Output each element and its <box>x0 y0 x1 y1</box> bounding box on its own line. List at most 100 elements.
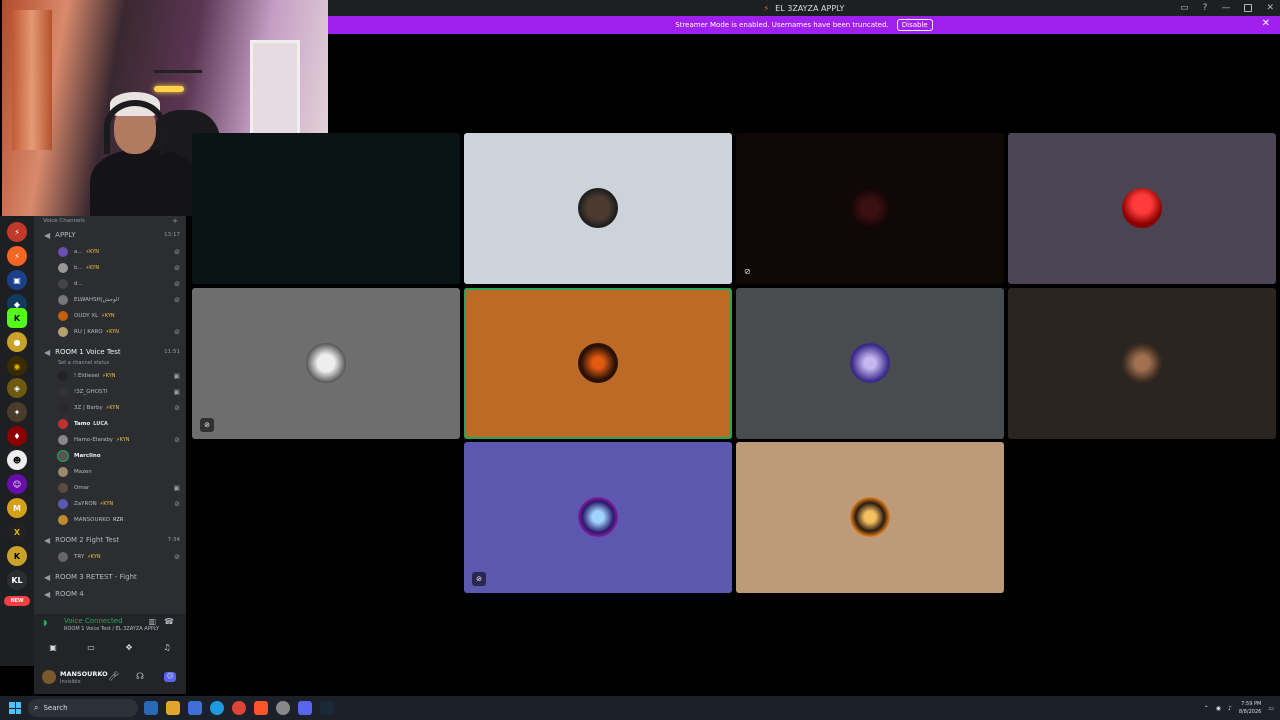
settings-gear-icon[interactable]: ⚙ <box>164 672 177 682</box>
title-bar: ⚡ EL 3ZAYZA APPLY ▭ ? — ✕ <box>328 0 1280 16</box>
server-icon-7[interactable]: ◉ <box>7 356 27 376</box>
muted-icon: ⊘ <box>174 280 180 288</box>
voice-user[interactable]: TRY ⚡KYN ⊘ <box>58 550 180 564</box>
channel-room3[interactable]: ◀ ROOM 3 RETEST - Fight <box>44 570 180 584</box>
volume-icon[interactable]: ♪ <box>1228 705 1232 712</box>
microphone-icon[interactable]: 🎤︎ <box>108 672 119 682</box>
muted-icon: ⊘ <box>200 418 214 432</box>
dismiss-banner-icon[interactable]: ✕ <box>1262 18 1270 29</box>
network-icon[interactable]: ◉ <box>1216 705 1221 712</box>
channel-room2[interactable]: ◀ ROOM 2 Fight Test 7:34 <box>44 533 180 547</box>
voice-user[interactable]: Omar ▣ <box>58 481 180 495</box>
username: ! Eldiesel <box>74 373 100 379</box>
voice-user[interactable]: MANSOURKO RZR <box>58 513 180 527</box>
voice-user[interactable]: b... ⚡KYN ⊘ <box>58 261 180 275</box>
voice-user[interactable]: Tamo LUCA <box>58 417 180 431</box>
taskbar-app-icon[interactable] <box>276 701 290 715</box>
participant-tile[interactable]: ⊘ <box>464 442 732 593</box>
windows-start-icon[interactable] <box>9 702 21 714</box>
server-icon-14[interactable]: X <box>7 522 27 542</box>
close-window-button[interactable]: ✕ <box>1266 3 1274 13</box>
add-channel-icon[interactable]: + <box>172 217 178 225</box>
help-icon[interactable]: ? <box>1203 3 1208 13</box>
voice-user[interactable]: Marclino <box>58 449 180 463</box>
avatar <box>58 311 68 321</box>
channel-apply[interactable]: ◀ APPLY 13:17 <box>44 228 180 242</box>
file-explorer-icon[interactable] <box>166 701 180 715</box>
noise-suppression-icon[interactable]: ▥ <box>148 617 156 626</box>
minimize-button[interactable]: — <box>1221 3 1230 13</box>
server-icon-6[interactable]: ● <box>7 332 27 352</box>
steam-icon[interactable] <box>320 701 334 715</box>
participant-tile[interactable] <box>1008 288 1276 439</box>
server-icon-8[interactable]: ◈ <box>7 378 27 398</box>
server-icon-11[interactable]: ☻ <box>7 450 27 470</box>
streamer-mode-banner: Streamer Mode is enabled. Usernames have… <box>328 16 1280 34</box>
maximize-button[interactable] <box>1244 4 1253 12</box>
chrome-icon[interactable] <box>232 701 246 715</box>
voice-user[interactable]: OUDY XL ⚡KYN <box>58 309 180 323</box>
user-name[interactable]: MANSOURKO <box>60 670 108 678</box>
disable-streamer-mode-button[interactable]: Disable <box>896 19 933 31</box>
server-icon-2[interactable]: ⚡ <box>7 246 27 266</box>
headphones-icon[interactable]: ☊ <box>136 672 144 682</box>
taskbar-search[interactable]: ⌕ Search <box>28 699 138 717</box>
participant-tile[interactable] <box>736 442 1004 593</box>
voice-channel-path[interactable]: ROOM 1 Voice Test / EL 3ZAYZA APPLY <box>64 626 159 632</box>
clock[interactable]: 7:59 PM 8/8/2026 <box>1239 700 1261 716</box>
user-avatar[interactable] <box>42 670 56 684</box>
notification-icon[interactable]: ▭ <box>1268 705 1274 712</box>
voice-user[interactable]: Hamo-Elaraby ⚡KYN ⊘ <box>58 433 180 447</box>
participant-tile[interactable] <box>464 133 732 284</box>
participant-tile-speaking[interactable] <box>464 288 732 439</box>
participant-tile[interactable] <box>1008 133 1276 284</box>
voice-user[interactable]: Mazen <box>58 465 180 479</box>
server-icon-kl[interactable]: KL <box>7 570 27 590</box>
camera-off-button[interactable]: ▣ <box>41 640 65 654</box>
taskbar-app-icon[interactable] <box>144 701 158 715</box>
participant-tile[interactable] <box>736 288 1004 439</box>
channel-room4[interactable]: ◀ ROOM 4 <box>44 587 180 601</box>
voice-user[interactable]: a... ⚡KYN ⊘ <box>58 245 180 259</box>
edge-icon[interactable] <box>210 701 224 715</box>
inbox-icon[interactable]: ▭ <box>1180 3 1189 13</box>
signal-icon[interactable]: ◗ <box>43 618 47 627</box>
muted-icon: ⊘ <box>174 404 180 412</box>
server-icon-k[interactable]: K <box>7 308 27 328</box>
voice-status[interactable]: Voice Connected <box>64 617 123 625</box>
server-icon-10[interactable]: ♦ <box>7 426 27 446</box>
voice-channels-header[interactable]: Voice Channels <box>43 218 85 224</box>
activities-button[interactable]: ✥ <box>117 640 141 654</box>
server-icon-13[interactable]: M <box>7 498 27 518</box>
channel-name: ROOM 3 RETEST - Fight <box>55 573 137 581</box>
chevron-up-icon[interactable]: ⌃ <box>1204 705 1209 712</box>
soundboard-button[interactable]: ♫ <box>155 640 179 654</box>
server-icon-15[interactable]: K <box>7 546 27 566</box>
server-icon-3[interactable]: ▣ <box>7 270 27 290</box>
discord-icon[interactable] <box>298 701 312 715</box>
disconnect-icon[interactable]: ☎ <box>164 617 174 626</box>
server-list: ⚡ ⚡ ▣ ◆ K ● ◉ ◈ ✦ ♦ ☻ ☺ M X K KL NEW <box>0 216 34 666</box>
server-icon-9[interactable]: ✦ <box>7 402 27 422</box>
voice-user[interactable]: ZaYRON ⚡KYN ⊘ <box>58 497 180 511</box>
window-controls: ▭ ? — ✕ <box>1180 0 1274 16</box>
voice-user[interactable]: ! Eldiesel ⚡KYN ▣ <box>58 369 180 383</box>
voice-user[interactable]: !3Z_GHOSTI ▣ <box>58 385 180 399</box>
voice-user[interactable]: RU | KARO ⚡KYN ⊘ <box>58 325 180 339</box>
channel-room1[interactable]: ◀ ROOM 1 Voice Test 11:51 <box>44 345 180 359</box>
participant-tile[interactable]: ⊘ <box>736 133 1004 284</box>
server-icon-1[interactable]: ⚡ <box>7 222 27 242</box>
channel-status[interactable]: Set a channel status <box>58 360 109 366</box>
participant-tile[interactable] <box>192 133 460 284</box>
server-icon-12[interactable]: ☺ <box>7 474 27 494</box>
taskbar-app-icon[interactable] <box>188 701 202 715</box>
brave-icon[interactable] <box>254 701 268 715</box>
avatar <box>58 435 68 445</box>
avatar <box>58 499 68 509</box>
voice-user[interactable]: d... ⊘ <box>58 277 180 291</box>
voice-user[interactable]: ELWAHSH|الوحش ⊘ <box>58 293 180 307</box>
screen-share-button[interactable]: ▭ <box>79 640 103 654</box>
avatar <box>58 371 68 381</box>
participant-tile[interactable]: ⊘ <box>192 288 460 439</box>
voice-user[interactable]: 3Z | Barby ⚡KYN ⊘ <box>58 401 180 415</box>
